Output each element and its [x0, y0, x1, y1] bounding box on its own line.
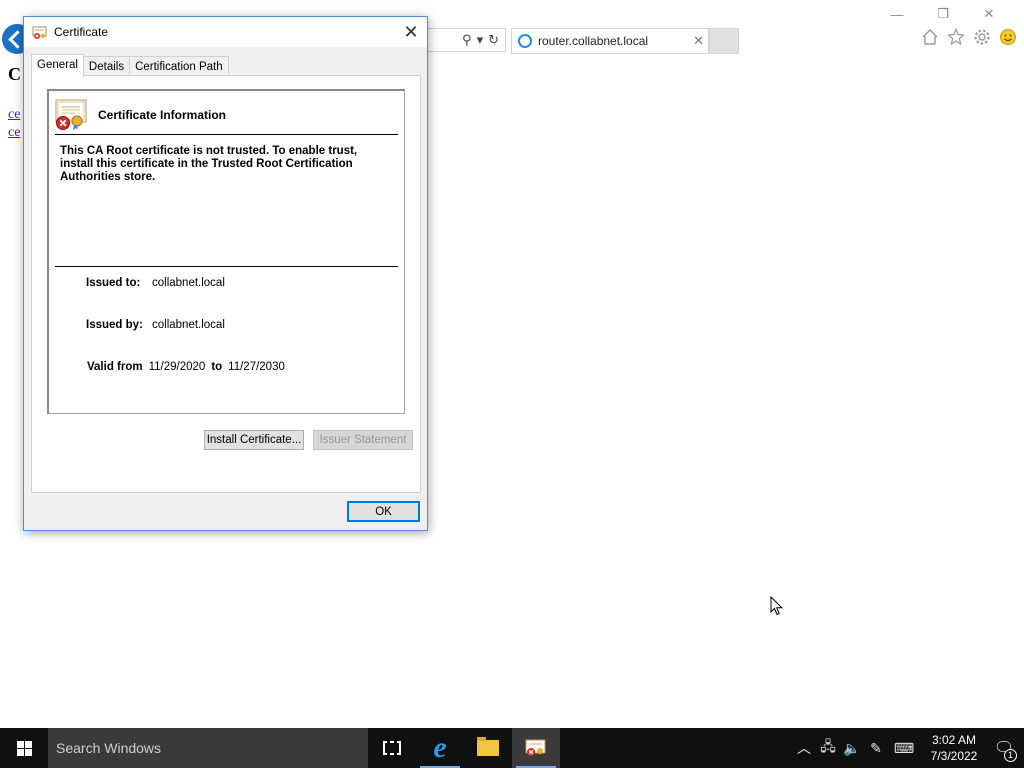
search-placeholder: Search Windows — [56, 740, 162, 756]
page-heading: C — [8, 64, 21, 84]
untrusted-certificate-icon — [55, 99, 87, 130]
notification-count: 1 — [1004, 749, 1017, 762]
favorites-star-icon[interactable] — [946, 27, 966, 51]
issuer-statement-button: Issuer Statement — [313, 430, 413, 450]
issued-by-value: collabnet.local — [152, 319, 225, 331]
tab-general[interactable]: General — [31, 54, 84, 77]
home-icon[interactable] — [920, 28, 940, 51]
issued-by-label: Issued by: — [86, 319, 143, 331]
page-link[interactable]: ce — [8, 106, 20, 124]
close-window-button[interactable]: ✕ — [966, 4, 1012, 24]
browser-tab[interactable]: router.collabnet.local ✕ — [511, 28, 709, 54]
taskbar-search-box[interactable]: Search Windows — [48, 728, 368, 768]
trust-warning: This CA Root certificate is not trusted.… — [60, 145, 358, 183]
new-tab-button[interactable] — [709, 28, 739, 54]
minimize-button[interactable]: — — [874, 4, 920, 24]
dialog-tabs: General Details Certification Path — [31, 54, 229, 77]
clock-time: 3:02 AM — [931, 733, 977, 747]
general-tab-panel: Certificate Information This CA Root cer… — [31, 75, 421, 493]
search-icon[interactable]: ⚲ — [462, 32, 472, 48]
tab-close-icon[interactable]: ✕ — [693, 33, 704, 49]
tab-label: router.collabnet.local — [538, 34, 649, 48]
validity-row: Valid from 11/29/2020 to 11/27/2030 — [87, 361, 285, 373]
valid-to-label: to — [211, 361, 223, 373]
task-view-button[interactable] — [368, 728, 416, 768]
valid-to-value: 11/27/2030 — [228, 361, 285, 373]
clock-date: 7/3/2022 — [930, 749, 978, 763]
browser-toolbar — [920, 27, 1018, 51]
issued-by-row: Issued by: collabnet.local — [86, 319, 225, 331]
dialog-close-button[interactable]: ✕ — [395, 17, 427, 47]
taskbar-internet-explorer[interactable]: e — [416, 728, 464, 768]
certificate-icon — [525, 739, 546, 756]
ie-page-icon — [518, 34, 532, 48]
install-certificate-button[interactable]: Install Certificate... — [204, 430, 304, 450]
valid-from-label: Valid from — [87, 361, 143, 373]
tab-details[interactable]: Details — [82, 56, 131, 76]
info-title: Certificate Information — [98, 108, 227, 122]
folder-icon — [477, 737, 499, 756]
valid-from-value: 11/29/2020 — [148, 361, 206, 373]
issued-to-value: collabnet.local — [152, 277, 225, 289]
windows-logo-icon — [16, 740, 32, 756]
pen-icon[interactable]: ✎ — [864, 740, 888, 757]
divider — [55, 134, 398, 135]
system-tray: ︿ 🖧 🔈 ✎ ⌨ 3:02 AM 7/3/2022 🗨 1 — [792, 728, 1024, 768]
clock[interactable]: 3:02 AM 7/3/2022 — [924, 732, 984, 764]
dialog-title: Certificate — [54, 25, 109, 39]
volume-muted-icon[interactable]: 🔈 — [840, 740, 864, 757]
chevron-up-icon[interactable]: ︿ — [792, 738, 816, 758]
chevron-down-icon[interactable]: ▾ — [477, 32, 484, 48]
feedback-smiley-icon[interactable] — [998, 28, 1018, 51]
refresh-icon[interactable]: ↻ — [488, 32, 499, 48]
ok-button[interactable]: OK — [347, 501, 420, 522]
issued-to-row: Issued to: collabnet.local — [86, 277, 225, 289]
taskbar-certificate[interactable] — [512, 728, 560, 768]
dialog-titlebar[interactable]: Certificate ✕ — [24, 17, 427, 47]
taskbar: Search Windows e ︿ 🖧 🔈 ✎ ⌨ 3:02 AM 7/3/2… — [0, 728, 1024, 768]
taskbar-file-explorer[interactable] — [464, 728, 512, 768]
internet-explorer-icon: e — [433, 731, 447, 764]
start-button[interactable] — [0, 728, 48, 768]
certificate-info-box: Certificate Information This CA Root cer… — [47, 89, 405, 414]
action-center-button[interactable]: 🗨 1 — [984, 738, 1024, 762]
restore-button[interactable]: ❐ — [920, 4, 966, 24]
certificate-icon — [32, 26, 47, 39]
page-links: ce ce — [8, 106, 20, 142]
keyboard-icon[interactable]: ⌨ — [888, 740, 920, 757]
info-header: Certificate Information — [55, 99, 226, 131]
divider — [55, 266, 398, 267]
network-icon[interactable]: 🖧 — [816, 736, 840, 760]
page-link[interactable]: ce — [8, 124, 20, 142]
address-bar[interactable]: ⚲ ▾ ↻ — [428, 28, 506, 52]
browser-window-controls: — ❐ ✕ — [874, 4, 1012, 24]
mouse-cursor-icon — [770, 596, 784, 616]
settings-gear-icon[interactable] — [972, 28, 992, 51]
task-view-icon — [383, 741, 401, 755]
tab-certification-path[interactable]: Certification Path — [129, 56, 229, 76]
certificate-dialog: Certificate ✕ General Details Certificat… — [23, 16, 428, 531]
issued-to-label: Issued to: — [86, 277, 141, 289]
